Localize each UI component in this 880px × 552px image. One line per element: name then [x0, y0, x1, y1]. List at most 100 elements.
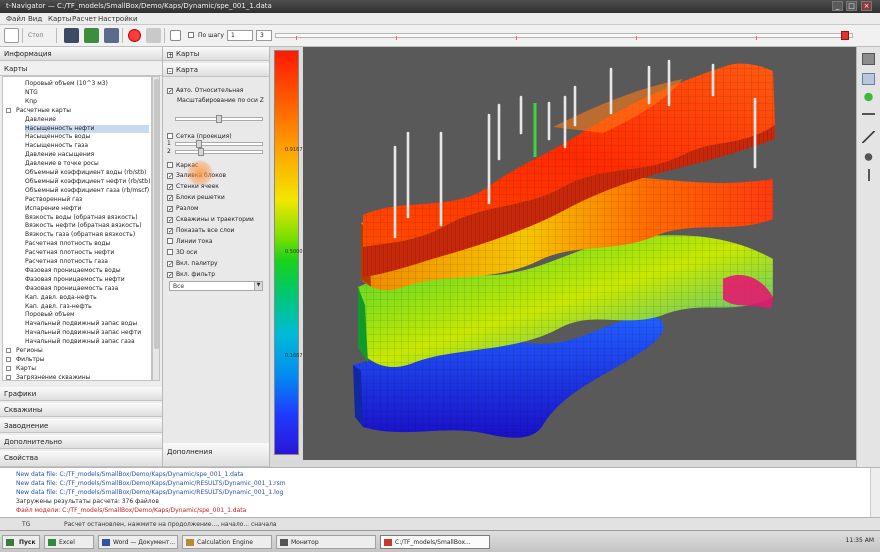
tree-item[interactable]: Давление в точке росы [25, 160, 149, 168]
checkbox-checked[interactable]: ✓ [167, 272, 173, 279]
checkbox-checked[interactable]: ✓ [167, 228, 173, 235]
menu-view[interactable]: Вид [28, 15, 42, 23]
checkbox-unchecked[interactable] [167, 238, 173, 244]
checkbox-checked[interactable]: ✓ [167, 195, 173, 202]
tree-item[interactable]: Фазовая проницаемость нефти [25, 276, 149, 284]
mid-panel-subheader[interactable]: – Карта [163, 63, 269, 77]
option-row[interactable]: Масштабирование по оси Z [177, 97, 264, 106]
unused-check-icon[interactable] [170, 30, 181, 41]
option-row[interactable]: ✓ Скважины и траектории [167, 216, 254, 225]
settings-icon[interactable] [146, 28, 161, 43]
checkbox-unchecked[interactable] [167, 249, 173, 255]
rotate-icon[interactable] [862, 151, 875, 163]
option-row[interactable]: ✓ Авто. Относительная [167, 87, 243, 96]
tree-item[interactable]: Объемный коэффициент газа (rb/mscf) [25, 187, 149, 195]
menu-run[interactable]: Расчет [72, 15, 97, 23]
tree-group[interactable]: Фильтры [6, 356, 149, 364]
taskbar-item[interactable]: Calculation Engine [182, 535, 272, 549]
tree-item[interactable]: Насыщенность нефти [25, 124, 149, 133]
filter-select[interactable]: Все ▼ [169, 281, 263, 291]
checkbox-checked[interactable]: ✓ [167, 261, 173, 268]
record-icon[interactable] [127, 28, 142, 43]
layer-slider-1[interactable] [175, 140, 263, 148]
tree-item[interactable]: Давление насыщения [25, 151, 149, 159]
option-row[interactable]: ✓ Показать все слои [167, 227, 234, 236]
tree-item[interactable]: Поровый объем (10^3 м3) [25, 80, 149, 88]
tree-item[interactable]: Давление [25, 116, 149, 124]
tree-group[interactable]: Карты [6, 365, 149, 373]
minimize-button[interactable]: _ [832, 1, 843, 11]
checkbox-unchecked[interactable] [167, 133, 173, 139]
tree-item[interactable]: Расчетная плотность газа [25, 258, 149, 266]
close-button[interactable]: × [861, 1, 872, 11]
3d-viewport[interactable] [303, 47, 856, 460]
tree-item[interactable]: Кап. давл. газ-нефть [25, 303, 149, 311]
option-row[interactable]: ✓ Вкл. палитру [167, 260, 218, 269]
tree-item[interactable]: Начальный подвижный запас воды [25, 320, 149, 328]
collapse-icon[interactable] [6, 107, 11, 113]
tree-item[interactable]: Расчетная плотность нефти [25, 249, 149, 257]
mid-panel-footer[interactable]: Дополнения [163, 443, 269, 467]
tree-scrollbar[interactable] [152, 76, 160, 381]
opacity-slider[interactable] [175, 115, 263, 123]
stop-label[interactable]: Стоп [28, 32, 43, 39]
layer-slider-2-knob[interactable] [198, 148, 204, 156]
expand-icon[interactable] [6, 374, 11, 380]
tree-item[interactable]: Начальный подвижный запас газа [25, 338, 149, 346]
tree-item[interactable]: Объемный коэффициент воды (rb/stb) [25, 169, 149, 177]
tree-group[interactable]: Регионы [6, 347, 149, 355]
perspective-icon[interactable] [862, 73, 875, 85]
export-icon[interactable] [84, 28, 99, 43]
tree-item[interactable]: Кпр [25, 98, 149, 106]
checkbox-checked[interactable]: ✓ [167, 184, 173, 191]
section-additional[interactable]: Дополнительно [0, 435, 162, 449]
checkbox-checked[interactable]: ✓ [167, 217, 173, 224]
tree-item[interactable]: Фазовая проницаемость воды [25, 267, 149, 275]
menu-file[interactable]: Файл [6, 15, 25, 23]
tree-item[interactable]: Поровый объем [25, 311, 149, 319]
section-properties[interactable]: Свойства [0, 451, 162, 467]
tree-item[interactable]: NTG [25, 89, 149, 97]
timestep-slider[interactable] [275, 31, 853, 40]
save-icon[interactable] [64, 28, 79, 43]
reservoir-model[interactable] [303, 47, 856, 460]
new-icon[interactable] [4, 28, 19, 43]
tree-item[interactable]: Расчетная плотность воды [25, 240, 149, 248]
axis-icon[interactable] [862, 169, 875, 181]
section-wells[interactable]: Скважины [0, 403, 162, 417]
tree-scrollbar-thumb[interactable] [154, 79, 159, 349]
tree-item[interactable]: Насыщенность воды [25, 133, 149, 141]
expand-icon[interactable] [6, 365, 11, 371]
tree-item[interactable]: Кап. давл. вода-нефть [25, 294, 149, 302]
menu-settings[interactable]: Настройки [98, 15, 138, 23]
opacity-slider-knob[interactable] [216, 115, 222, 123]
maps-subheader[interactable]: Карты [0, 62, 162, 76]
tree-item[interactable]: Вязкость воды (обратная вязкость) [25, 214, 149, 222]
tree-group[interactable]: Загрязнение скважины [6, 374, 149, 380]
tree-item[interactable]: Вязкость нефти (обратная вязкость) [25, 222, 149, 230]
option-row[interactable]: ✓ Блоки решетки [167, 194, 225, 203]
taskbar-item-active[interactable]: C:/TF_models/SmallBox... [380, 535, 490, 549]
mid-panel-header[interactable]: + Карты [163, 47, 269, 61]
option-row[interactable]: Линии тока [167, 238, 213, 247]
menu-maps[interactable]: Карты [48, 15, 71, 23]
taskbar-item[interactable]: Монитор [276, 535, 376, 549]
layer-slider-1-knob[interactable] [196, 140, 202, 148]
timestep-slider-handle[interactable] [841, 31, 849, 40]
light-icon[interactable] [862, 91, 875, 103]
view-cube-icon[interactable] [862, 53, 875, 65]
tree-item[interactable]: Испарение нефти [25, 205, 149, 213]
step-checkbox[interactable] [188, 32, 194, 38]
layer-slider-2[interactable] [175, 148, 263, 156]
measure-icon[interactable] [862, 131, 875, 143]
checkbox-checked[interactable]: ✓ [167, 206, 173, 213]
option-row[interactable]: ✓ Разлом [167, 205, 199, 214]
left-panel-header[interactable]: Информация [0, 47, 162, 61]
maps-tree[interactable]: Поровый объем (10^3 м3) NTG Кпр Расчетные к… [2, 76, 152, 381]
tree-item[interactable]: Объемный коэффициент нефти (rb/stb) [25, 178, 150, 186]
frame-spinbox[interactable]: 3 [256, 30, 272, 41]
tree-item[interactable]: Фазовая проницаемость газа [25, 285, 149, 293]
taskbar-item[interactable]: Excel [44, 535, 94, 549]
start-button[interactable]: Пуск [2, 535, 40, 549]
checkbox-checked[interactable]: ✓ [167, 88, 173, 95]
